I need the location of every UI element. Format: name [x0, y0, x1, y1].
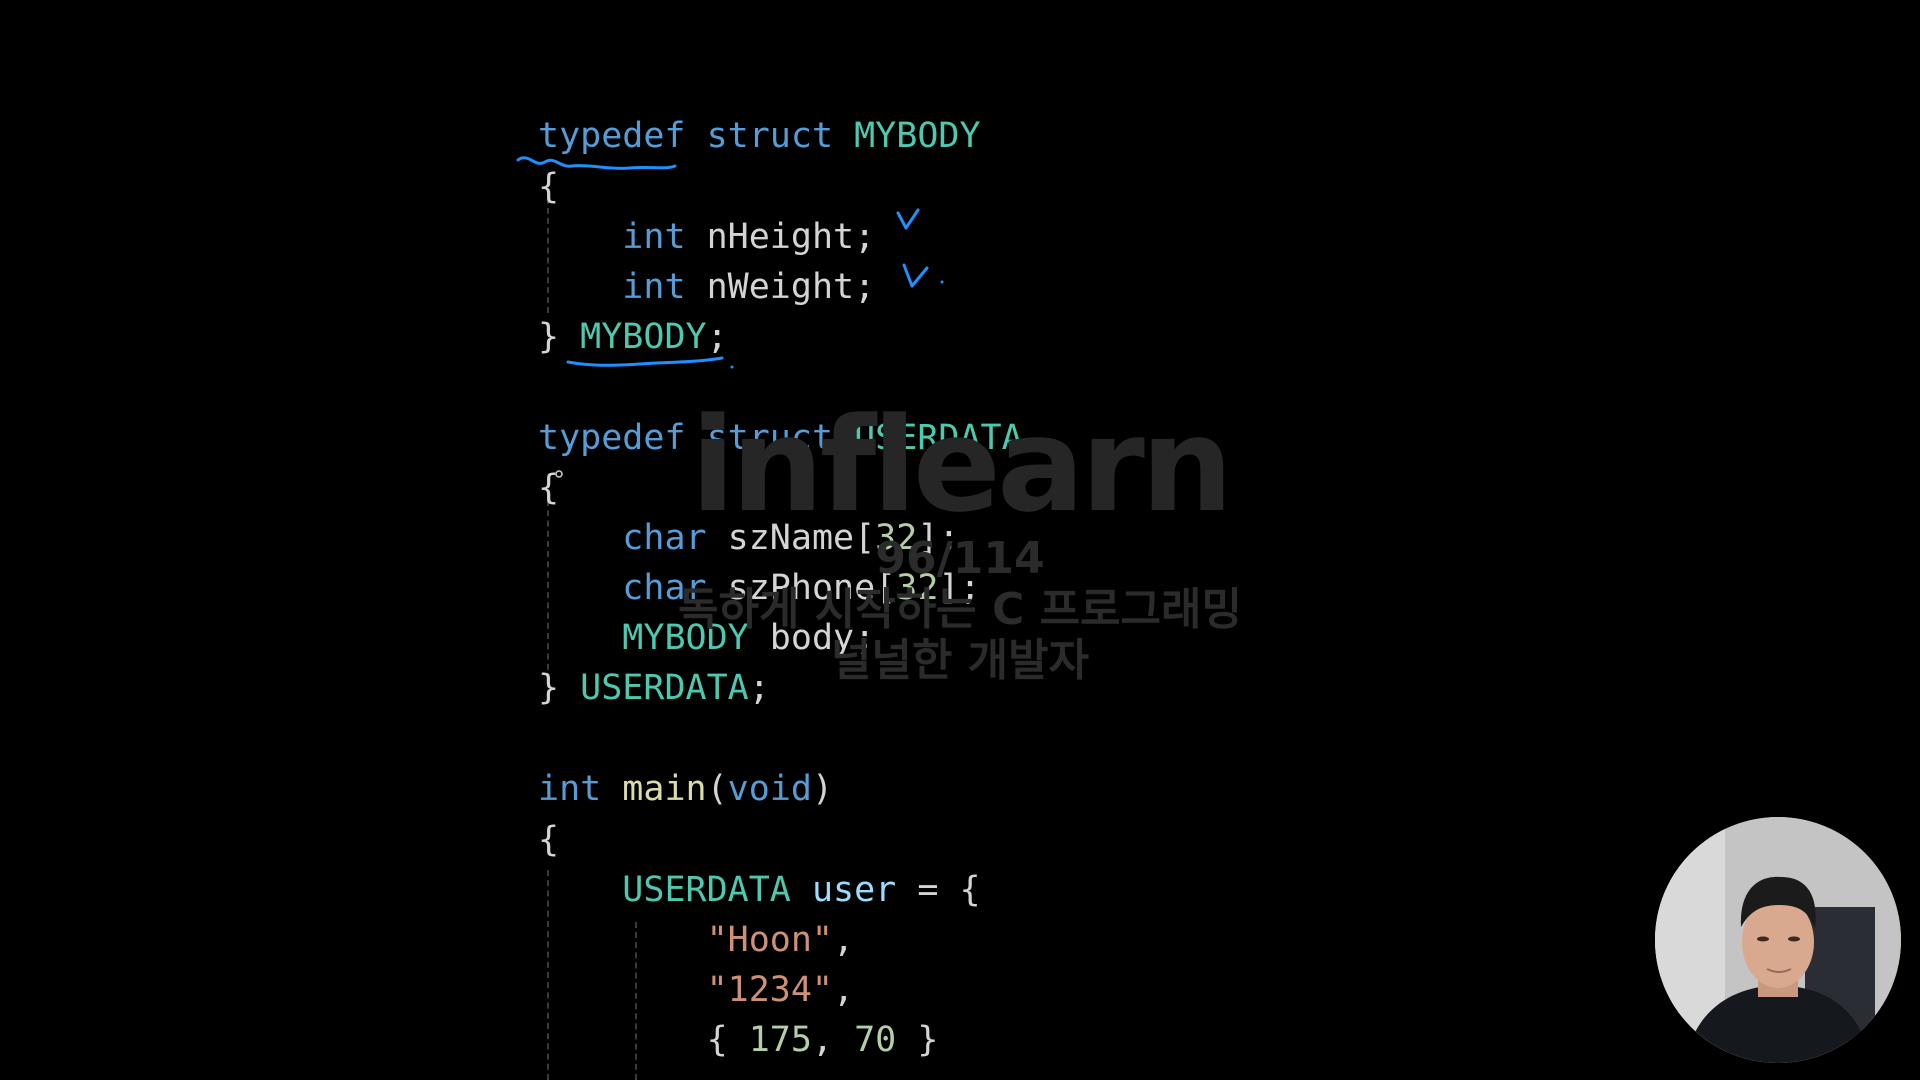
code-line: typedef struct USERDATA [538, 416, 1023, 460]
code-token: 70 [854, 1020, 897, 1060]
code-token: 32 [875, 518, 918, 558]
code-token: "Hoon" [706, 920, 834, 960]
code-token: ) [811, 769, 834, 809]
code-line: } USERDATA; [538, 666, 770, 710]
code-token: } [538, 668, 581, 708]
code-token: char [622, 518, 707, 558]
code-line: char szName[32]; [538, 516, 959, 560]
code-token: { [538, 1020, 749, 1060]
code-line: { 175, 70 } [538, 1018, 939, 1062]
code-token: struct [706, 418, 834, 458]
code-token: "1234" [706, 970, 834, 1010]
code-token: , [811, 1020, 855, 1060]
code-token: int [538, 769, 602, 809]
code-token: USERDATA [580, 668, 749, 708]
code-token: typedef [538, 418, 686, 458]
code-token: MYBODY [580, 317, 707, 357]
code-token: ]; [938, 568, 981, 608]
code-line: } MYBODY; [538, 315, 728, 359]
code-token: void [727, 769, 812, 809]
code-line: typedef struct MYBODY [538, 114, 981, 158]
code-token: } [896, 1020, 939, 1060]
code-token: 175 [748, 1020, 812, 1060]
presenter-webcam [1655, 817, 1901, 1063]
code-token: int [622, 267, 686, 307]
code-token: szName[ [706, 518, 876, 558]
video-frame: typedef struct MYBODY { int nHeight; int … [0, 0, 1920, 1080]
code-token: { [538, 167, 560, 207]
code-token: , [833, 970, 855, 1010]
code-token: nHeight; [685, 217, 876, 257]
code-line: char szPhone[32]; [538, 566, 981, 610]
code-token: szPhone[ [706, 568, 897, 608]
code-token: char [622, 568, 707, 608]
code-line: int nWeight; [538, 265, 875, 309]
code-line: int nHeight; [538, 215, 875, 259]
code-token: ]; [917, 518, 960, 558]
code-token: ; [706, 317, 728, 357]
code-token: { [538, 820, 560, 860]
code-editor: typedef struct MYBODY { int nHeight; int … [0, 0, 1920, 1080]
code-line: { [538, 818, 559, 862]
code-token: main [622, 769, 707, 809]
code-token: ( [706, 769, 728, 809]
code-line: MYBODY body; [538, 616, 875, 660]
code-line: { [538, 165, 559, 209]
code-token: ; [748, 668, 770, 708]
code-token: body; [748, 618, 876, 658]
code-line: "1234", [538, 968, 855, 1012]
code-token: USERDATA [622, 870, 791, 910]
code-token: } [538, 317, 581, 357]
code-token: nWeight; [685, 267, 876, 307]
code-token: int [622, 217, 686, 257]
code-line: { [538, 466, 559, 510]
code-token: { [538, 468, 560, 508]
code-token: 32 [896, 568, 939, 608]
code-token: user [811, 870, 897, 910]
code-token: MYBODY [622, 618, 749, 658]
code-token: , [833, 920, 855, 960]
code-token: struct [706, 116, 834, 156]
code-token: typedef [538, 116, 686, 156]
code-line: "Hoon", [538, 918, 855, 962]
code-token: = { [896, 870, 981, 910]
code-line: int main(void) [538, 767, 833, 811]
presenter-avatar-icon [1655, 817, 1901, 1063]
code-token: USERDATA [854, 418, 1023, 458]
code-line: USERDATA user = { [538, 868, 981, 912]
code-token: MYBODY [854, 116, 981, 156]
